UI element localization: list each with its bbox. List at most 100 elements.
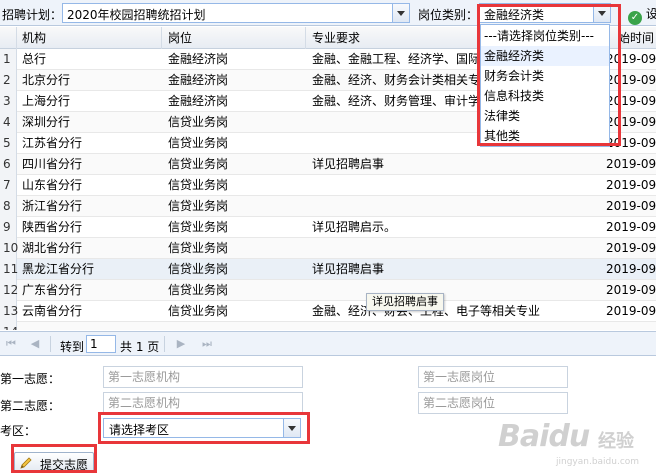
cell-requirement: 详见招聘启事: [312, 157, 385, 171]
cell-start-time: 2019-09-2: [606, 199, 656, 213]
row-number: 7: [0, 175, 17, 196]
first-choice-label: 第一志愿：: [0, 372, 61, 386]
second-choice-org-input[interactable]: [103, 392, 303, 414]
tooltip: 详见招聘启事: [366, 293, 444, 311]
watermark-brand: Baidu: [498, 419, 590, 454]
cell-position: 金融经济岗: [168, 94, 229, 108]
dropdown-option[interactable]: 财务会计类: [481, 66, 609, 86]
watermark-suffix: 经验: [598, 431, 634, 452]
cell-position: 信贷业务岗: [168, 115, 229, 129]
cell-position: 信贷业务岗: [168, 199, 229, 213]
dropdown-option[interactable]: 法律类: [481, 106, 609, 126]
cell-requirement: [306, 280, 600, 301]
cell-position: 信贷业务岗: [168, 283, 229, 297]
row-number: 13: [0, 301, 18, 322]
cell-org: 深圳分行: [22, 115, 71, 129]
page-number-input[interactable]: [86, 335, 116, 353]
header-position[interactable]: 岗位: [162, 27, 306, 49]
dropdown-option[interactable]: 信息科技类: [481, 86, 609, 106]
dropdown-option[interactable]: 金融经济类: [481, 46, 609, 66]
cell-org: 浙江省分行: [22, 199, 83, 213]
table-row[interactable]: 6 四川省分行 信贷业务岗 详见招聘启事 2019-09-2: [0, 154, 656, 175]
cell-start-time: 2019-09-2: [606, 241, 656, 255]
first-page-icon[interactable]: ⏮: [4, 337, 18, 351]
cell-requirement: [306, 238, 600, 259]
last-page-icon[interactable]: ⏭: [200, 337, 214, 351]
cell-requirement: 金融、经济、财会、工程、电子等相关专业: [312, 304, 541, 318]
exam-area-label: 考区：: [0, 424, 37, 438]
cell-org: 广东省分行: [22, 283, 83, 297]
second-choice-label: 第二志愿：: [0, 399, 61, 413]
table-row[interactable]: 10 湖北省分行 信贷业务岗 2019-09-2: [0, 238, 656, 259]
settings-button[interactable]: ✓ 设: [628, 5, 656, 25]
row-number: 10: [0, 238, 18, 259]
header-org[interactable]: 机构: [17, 27, 162, 49]
category-value: 金融经济类: [484, 8, 545, 22]
cell-org: 总行: [22, 52, 47, 66]
plan-combobox[interactable]: 2020年校园招聘统招计划: [62, 3, 410, 23]
cell-start-time: 2019-09-2: [606, 262, 656, 276]
check-icon: ✓: [628, 11, 642, 25]
submit-label: 提交志愿: [40, 458, 89, 472]
total-pages-label: 共 1 页: [120, 340, 160, 354]
exam-area-select[interactable]: 请选择考区: [103, 418, 301, 438]
chevron-down-icon[interactable]: [593, 4, 610, 22]
dropdown-option[interactable]: ---请选择岗位类别---: [481, 26, 609, 46]
cell-requirement: [306, 196, 600, 217]
exam-area-value: 请选择考区: [109, 423, 170, 437]
row-number: 14: [0, 322, 18, 330]
next-page-icon[interactable]: ▶: [174, 337, 188, 351]
cell-requirement: [306, 175, 600, 196]
plan-label: 招聘计划：: [2, 8, 63, 22]
dropdown-option[interactable]: 其他类: [481, 126, 609, 146]
divider: [164, 336, 165, 352]
filter-toolbar: 招聘计划： 2020年校园招聘统招计划 岗位类别： 金融经济类 ✓ 设: [0, 0, 656, 26]
second-choice-position-input[interactable]: [418, 392, 568, 414]
rownum-header: [0, 27, 17, 49]
cell-start-time: [600, 322, 656, 330]
table-row[interactable]: 14: [0, 322, 656, 330]
category-dropdown-list: ---请选择岗位类别--- 金融经济类 财务会计类 信息科技类 法律类 其他类: [480, 24, 610, 147]
cell-requirement: [306, 322, 600, 330]
prev-page-icon[interactable]: ◀: [28, 337, 42, 351]
cell-start-time: 2019-09-2: [606, 304, 656, 318]
cell-position: 信贷业务岗: [168, 136, 229, 150]
row-number: 1: [0, 49, 17, 70]
goto-label: 转到: [60, 340, 85, 354]
cell-position: 信贷业务岗: [168, 241, 229, 255]
row-number: 11: [0, 259, 18, 280]
cell-org: 黑龙江省分行: [22, 262, 95, 276]
table-row[interactable]: 11 黑龙江省分行 信贷业务岗 详见招聘启事 2019-09-2: [0, 259, 656, 280]
cell-requirement: 详见招聘启事: [312, 262, 385, 276]
cell-org: 陕西省分行: [22, 220, 83, 234]
row-number: 3: [0, 91, 17, 112]
first-choice-position-input[interactable]: [418, 366, 568, 388]
cell-position: 信贷业务岗: [168, 220, 229, 234]
pagination-bar: ⏮ ◀ 转到 共 1 页 ▶ ⏭: [0, 331, 656, 356]
table-row[interactable]: 9 陕西省分行 信贷业务岗 详见招聘启示。 2019-09-2: [0, 217, 656, 238]
cell-position: 信贷业务岗: [168, 262, 229, 276]
table-row[interactable]: 13 云南省分行 信贷业务岗 金融、经济、财会、工程、电子等相关专业 2019-09-2: [0, 301, 656, 322]
cell-start-time: 2019-09-2: [606, 157, 656, 171]
table-row[interactable]: 12 广东省分行 信贷业务岗 2019-09-2: [0, 280, 656, 301]
submit-button[interactable]: 提交志愿: [14, 452, 94, 473]
cell-requirement: 详见招聘启示。: [312, 220, 397, 234]
plan-value: 2020年校园招聘统招计划: [67, 8, 206, 22]
chevron-down-icon[interactable]: [392, 4, 409, 22]
row-number: 6: [0, 154, 17, 175]
category-combobox[interactable]: 金融经济类: [479, 3, 611, 23]
table-row[interactable]: 8 浙江省分行 信贷业务岗 2019-09-2: [0, 196, 656, 217]
cell-position: 金融经济岗: [168, 73, 229, 87]
cell-position: 金融经济岗: [168, 52, 229, 66]
cell-start-time: 2019-09-2: [606, 283, 656, 297]
first-choice-org-input[interactable]: [103, 366, 303, 388]
divider: [50, 336, 51, 352]
row-number: 8: [0, 196, 17, 217]
cell-position: 信贷业务岗: [168, 178, 229, 192]
cell-start-time: 2019-09-2: [606, 178, 656, 192]
cell-position: 信贷业务岗: [168, 304, 229, 318]
table-row[interactable]: 7 山东省分行 信贷业务岗 2019-09-2: [0, 175, 656, 196]
cell-org: [17, 322, 162, 330]
row-number: 12: [0, 280, 18, 301]
chevron-down-icon[interactable]: [283, 419, 300, 437]
